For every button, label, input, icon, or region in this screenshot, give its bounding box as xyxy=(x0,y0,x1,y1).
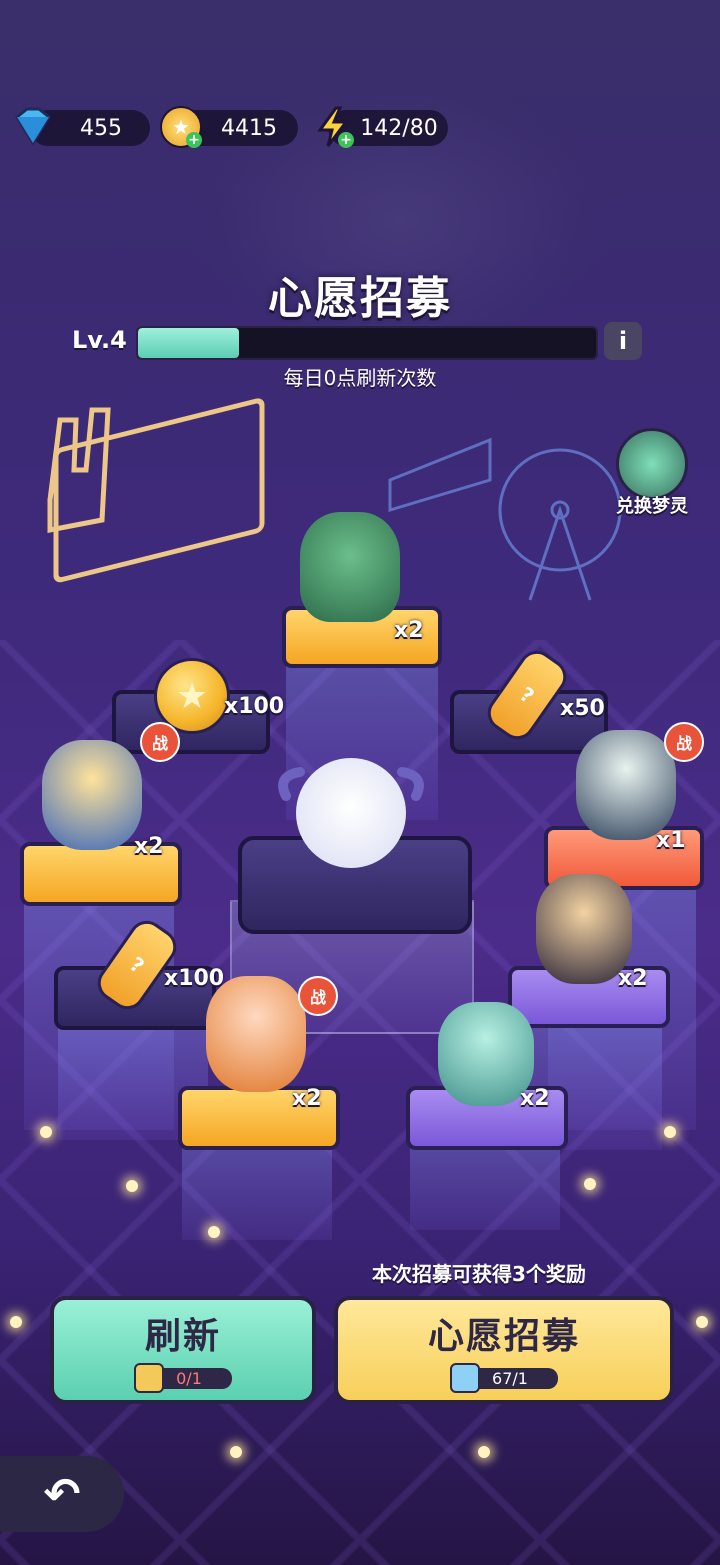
reward-blonde-hero[interactable] xyxy=(42,740,142,850)
battle-badge-label: 战 xyxy=(309,988,326,1007)
info-icon: i xyxy=(618,327,628,355)
reward-note: 本次招募可获得3个奖励 xyxy=(372,1262,586,1286)
stage-light xyxy=(40,1126,52,1138)
stage-light xyxy=(126,1180,138,1192)
reward-qty: x2 xyxy=(134,834,164,859)
page-title: 心愿招募 xyxy=(268,273,452,324)
reward-pilot-boy-hero[interactable] xyxy=(206,976,306,1092)
level-progress-fill xyxy=(138,328,239,358)
back-button[interactable]: ↶ xyxy=(0,1456,124,1532)
stage-light xyxy=(208,1226,220,1238)
reward-qty: x100 xyxy=(224,694,285,719)
refresh-button-label: 刷新 xyxy=(144,1316,221,1357)
lightning-icon[interactable]: + xyxy=(310,104,356,150)
wish-button-label: 心愿招募 xyxy=(427,1316,580,1357)
energy-value: 142/80 xyxy=(360,115,438,141)
battle-badge: 战 xyxy=(140,722,180,762)
info-button[interactable]: i xyxy=(604,322,642,360)
reward-qty: x2 xyxy=(394,618,424,643)
coins-value: 4415 xyxy=(221,115,277,141)
reward-qty: x2 xyxy=(520,1086,550,1111)
reward-qty: x2 xyxy=(292,1086,322,1111)
stage-light xyxy=(478,1446,490,1458)
refresh-ticket-icon xyxy=(134,1363,165,1393)
level-progress-bar xyxy=(136,326,598,360)
battle-badge-label: 战 xyxy=(675,734,692,753)
stage-light xyxy=(10,1316,22,1328)
diamond-icon xyxy=(10,104,56,150)
stage-light xyxy=(584,1178,596,1190)
stage-light xyxy=(664,1126,676,1138)
reward-qty: x2 xyxy=(618,966,648,991)
stage-light xyxy=(230,1446,242,1458)
battle-badge: 战 xyxy=(298,976,338,1016)
gold-coin-icon[interactable]: ★ + xyxy=(158,104,204,150)
reward-teal-hair-hero[interactable] xyxy=(576,730,676,840)
neon-sign-decoration xyxy=(20,380,270,630)
spirit-avatar-icon xyxy=(616,428,688,500)
reward-qty: x1 xyxy=(656,828,686,853)
level-label: Lv.4 xyxy=(72,326,127,354)
stage-light xyxy=(696,1316,708,1328)
reward-qty: x50 xyxy=(560,696,605,721)
battle-badge: 战 xyxy=(664,722,704,762)
refresh-button[interactable]: 刷新 0/1 xyxy=(50,1296,316,1404)
reward-qty: x100 xyxy=(164,966,225,991)
wish-recruit-button[interactable]: 心愿招募 67/1 xyxy=(334,1296,674,1404)
sheep-horns xyxy=(276,766,426,806)
wish-cost: 67/1 xyxy=(450,1363,558,1393)
exchange-spirit-button[interactable]: 兑换梦灵 xyxy=(612,428,692,518)
battle-badge-label: 战 xyxy=(151,734,168,753)
back-arrow-icon: ↶ xyxy=(43,1468,81,1520)
wish-ticket-icon xyxy=(450,1363,481,1393)
add-energy-icon[interactable]: + xyxy=(338,132,354,148)
ferris-wheel-decoration xyxy=(380,420,630,610)
refresh-cost: 0/1 xyxy=(134,1363,232,1393)
reward-bunny-hero[interactable] xyxy=(300,512,400,622)
exchange-label: 兑换梦灵 xyxy=(616,496,688,517)
add-coins-icon[interactable]: + xyxy=(186,132,202,148)
gems-value: 455 xyxy=(80,115,122,141)
